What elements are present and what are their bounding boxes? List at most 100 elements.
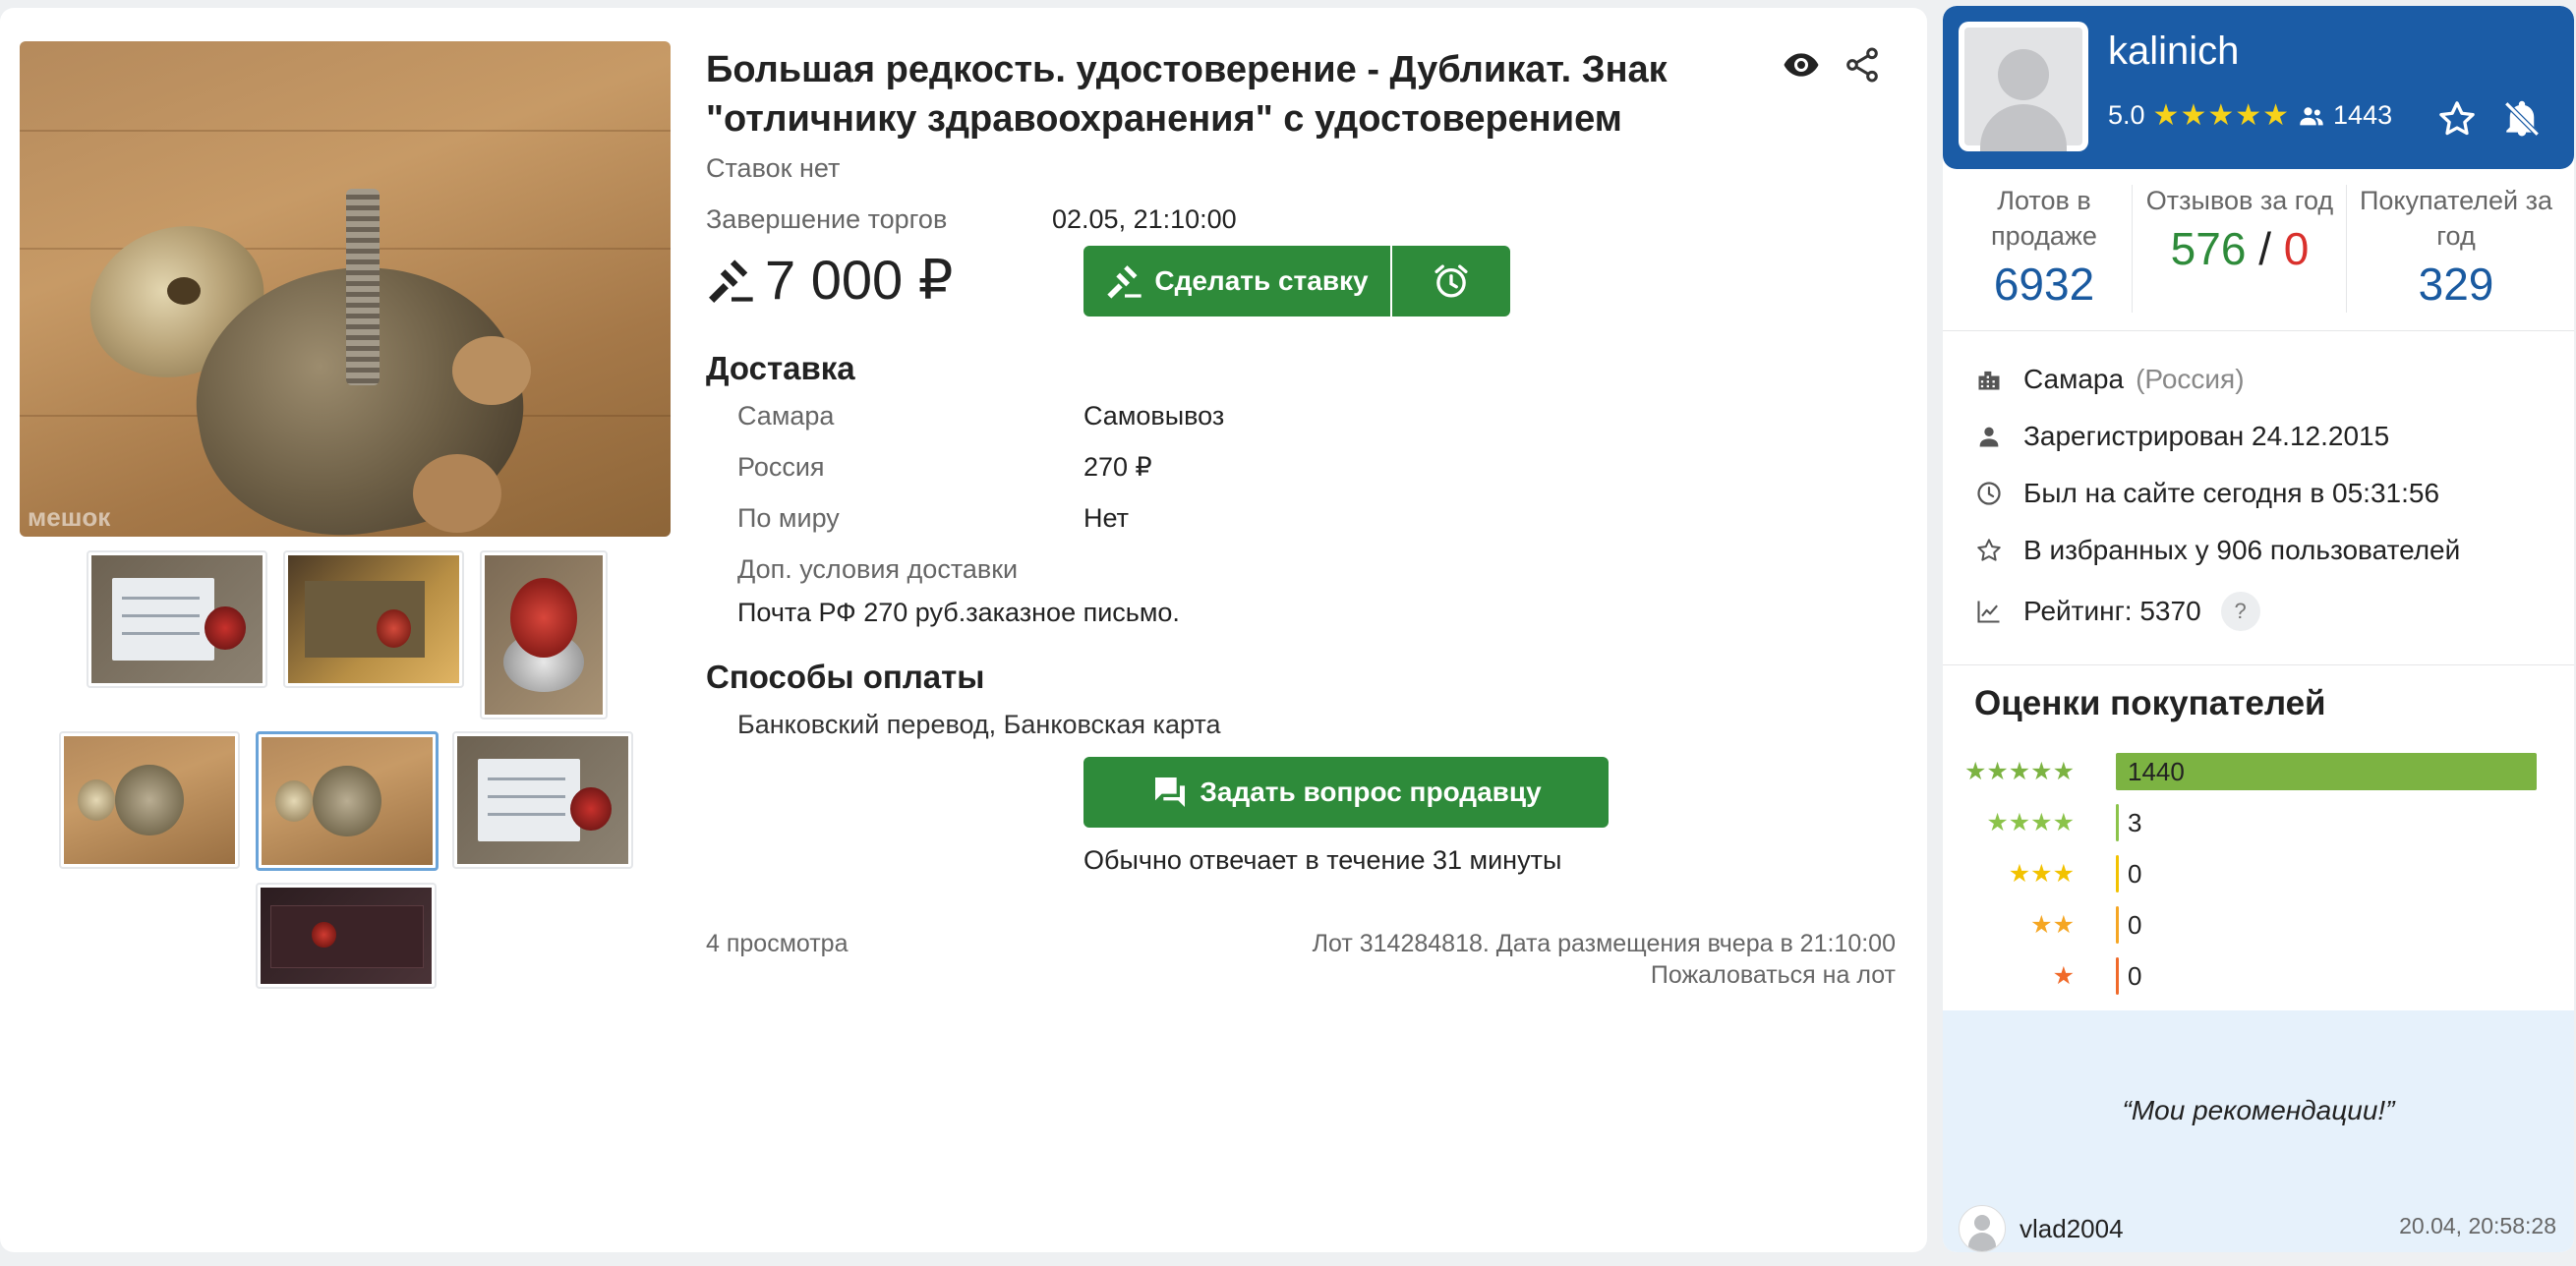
stat-reviews[interactable]: Отзывов за год 576 / 0 (2139, 183, 2340, 275)
rating-count: 3 (2128, 808, 2142, 837)
thumb-image (457, 736, 628, 864)
rating-count: 0 (2128, 961, 2142, 991)
country-name: (Россия) (2136, 364, 2245, 394)
person-icon (1974, 422, 2004, 451)
rating-row[interactable]: ★★ 0 (1943, 906, 2574, 946)
thumb-image (485, 555, 603, 715)
alarm-reminder-button[interactable] (1392, 246, 1510, 316)
price-value: 7 000 ₽ (765, 249, 954, 311)
rating-stars-icon: ★★ (2030, 911, 2075, 939)
rating-stars-icon: ★★★★★ (1963, 758, 2075, 785)
rating-row[interactable]: ★★★★ 3 (1943, 804, 2574, 843)
lot-number-info: Лот 314284818. Дата размещения вчера в 2… (1312, 930, 1896, 957)
ask-seller-button[interactable]: Задать вопрос продавцу (1083, 757, 1609, 828)
delivery-place: Самара (737, 401, 835, 431)
seller-favorites: В избранных у 906 пользователей (1974, 535, 2460, 566)
star-outline-icon (1974, 536, 2004, 565)
rating-help-button[interactable]: ? (2220, 592, 2260, 631)
thumbnail-2[interactable] (283, 550, 464, 688)
rating-stars-icon: ★★★★ (1986, 809, 2075, 836)
photo-screw (346, 189, 380, 385)
rating-stars-icon: ★ (2052, 962, 2075, 990)
thumb-image (64, 736, 235, 864)
extra-delivery-label: Доп. условия доставки (737, 554, 1019, 584)
rating-bar (2116, 906, 2119, 944)
payment-title: Способы оплаты (706, 659, 985, 695)
stat-buyers-label: Покупателей за год (2359, 186, 2552, 251)
rating-row[interactable]: ★ 0 (1943, 957, 2574, 997)
chat-icon (1155, 777, 1186, 807)
seller-name[interactable]: kalinich (2108, 29, 2239, 74)
lot-title: Большая редкость. удостоверение - Дублик… (706, 49, 1668, 140)
seller-location: Самара (Россия) (1974, 364, 2245, 395)
city-icon (1974, 365, 2004, 394)
price: 7 000 ₽ (706, 248, 953, 313)
seller-avatar[interactable] (1959, 22, 2088, 151)
stat-lots-value: 6932 (1993, 259, 2095, 310)
stat-lots-label: Лотов в продаже (1991, 186, 2097, 251)
rating-count: 1440 (2128, 757, 2185, 786)
bell-off-icon[interactable] (2501, 98, 2541, 138)
lot-card: мешок Большая редкость. удостоверение - … (0, 8, 1927, 1252)
followers-count: 1443 (2333, 100, 2393, 130)
reply-time-note: Обычно отвечает в течение 31 минуты (1083, 845, 1562, 875)
thumbnail-4[interactable] (59, 731, 240, 869)
delivery-place: По миру (737, 503, 840, 533)
watermark: мешок (28, 502, 111, 532)
thumbnail-5-selected[interactable] (256, 731, 439, 871)
rating-row[interactable]: ★★★★★ 1440 (1943, 753, 2574, 792)
photo-notch (413, 454, 501, 533)
wood-grain (20, 130, 671, 132)
thumb-image (261, 888, 432, 984)
favorites-text: В избранных у 906 пользователей (2023, 535, 2461, 565)
favorite-star-icon[interactable] (2436, 98, 2476, 138)
payment-value: Банковский перевод, Банковская карта (737, 710, 1221, 739)
thumb-image (262, 737, 433, 865)
photo-notch (452, 336, 531, 405)
rating-row[interactable]: ★★★ 0 (1943, 855, 2574, 894)
thumbnail-3[interactable] (480, 550, 608, 719)
auction-end-label: Завершение торгов (706, 204, 948, 234)
stat-buyers-value: 329 (2418, 259, 2494, 310)
seller-last-seen: Был на сайте сегодня в 05:31:56 (1974, 478, 2439, 509)
recommendation-user[interactable]: vlad2004 (1959, 1205, 2124, 1252)
thumb-image (288, 555, 459, 683)
seller-header: kalinich 5.0 ★★★★★ 1443 (1943, 6, 2574, 169)
extra-delivery-value: Почта РФ 270 руб.заказное письмо. (737, 598, 1180, 627)
last-seen-text: Был на сайте сегодня в 05:31:56 (2023, 478, 2440, 508)
place-bid-label: Сделать ставку (1154, 265, 1369, 296)
thumbnail-1[interactable] (87, 550, 267, 688)
reviews-separator: / (2258, 223, 2271, 274)
city-name: Самара (2023, 364, 2125, 394)
wood-grain (20, 248, 671, 250)
place-bid-button[interactable]: Сделать ставку (1083, 246, 1390, 316)
recommendation-panel: “Мои рекомендации!” vlad2004 20.04, 20:5… (1943, 1010, 2574, 1252)
rating-stars-icon: ★★★★★ (2152, 99, 2291, 132)
views-count: 4 просмотра (706, 930, 849, 957)
rating-count: 0 (2128, 859, 2142, 889)
stat-lots[interactable]: Лотов в продаже 6932 (1957, 183, 2132, 311)
stat-reviews-label: Отзывов за год (2145, 186, 2334, 215)
rating-stars-icon: ★★★ (2008, 860, 2075, 888)
watch-eye-icon[interactable] (1782, 45, 1821, 85)
thumbnail-6[interactable] (452, 731, 633, 869)
stat-divider (2132, 185, 2133, 313)
reviews-positive: 576 (2170, 223, 2247, 274)
thumbnail-7[interactable] (256, 883, 437, 989)
clock-icon (1974, 479, 2004, 508)
delivery-value: Нет (1083, 503, 1129, 533)
rating-bar (2116, 855, 2119, 892)
stat-buyers[interactable]: Покупателей за год 329 (2356, 183, 2556, 311)
share-icon[interactable] (1843, 45, 1882, 85)
delivery-value: 270 ₽ (1083, 452, 1152, 482)
alarm-clock-icon (1434, 264, 1468, 298)
user-avatar (1959, 1205, 2006, 1252)
report-lot-link[interactable]: Пожаловаться на лот (1651, 961, 1896, 990)
rating-text: Рейтинг: 5370 (2023, 596, 2201, 626)
thumb-image (91, 555, 263, 683)
recommendation-date: 20.04, 20:58:28 (2399, 1213, 2556, 1238)
stat-reviews-value: 576 / 0 (2139, 222, 2340, 275)
stat-divider (2346, 185, 2347, 313)
photo-disk-hole (167, 277, 201, 305)
main-photo[interactable]: мешок (20, 41, 671, 537)
